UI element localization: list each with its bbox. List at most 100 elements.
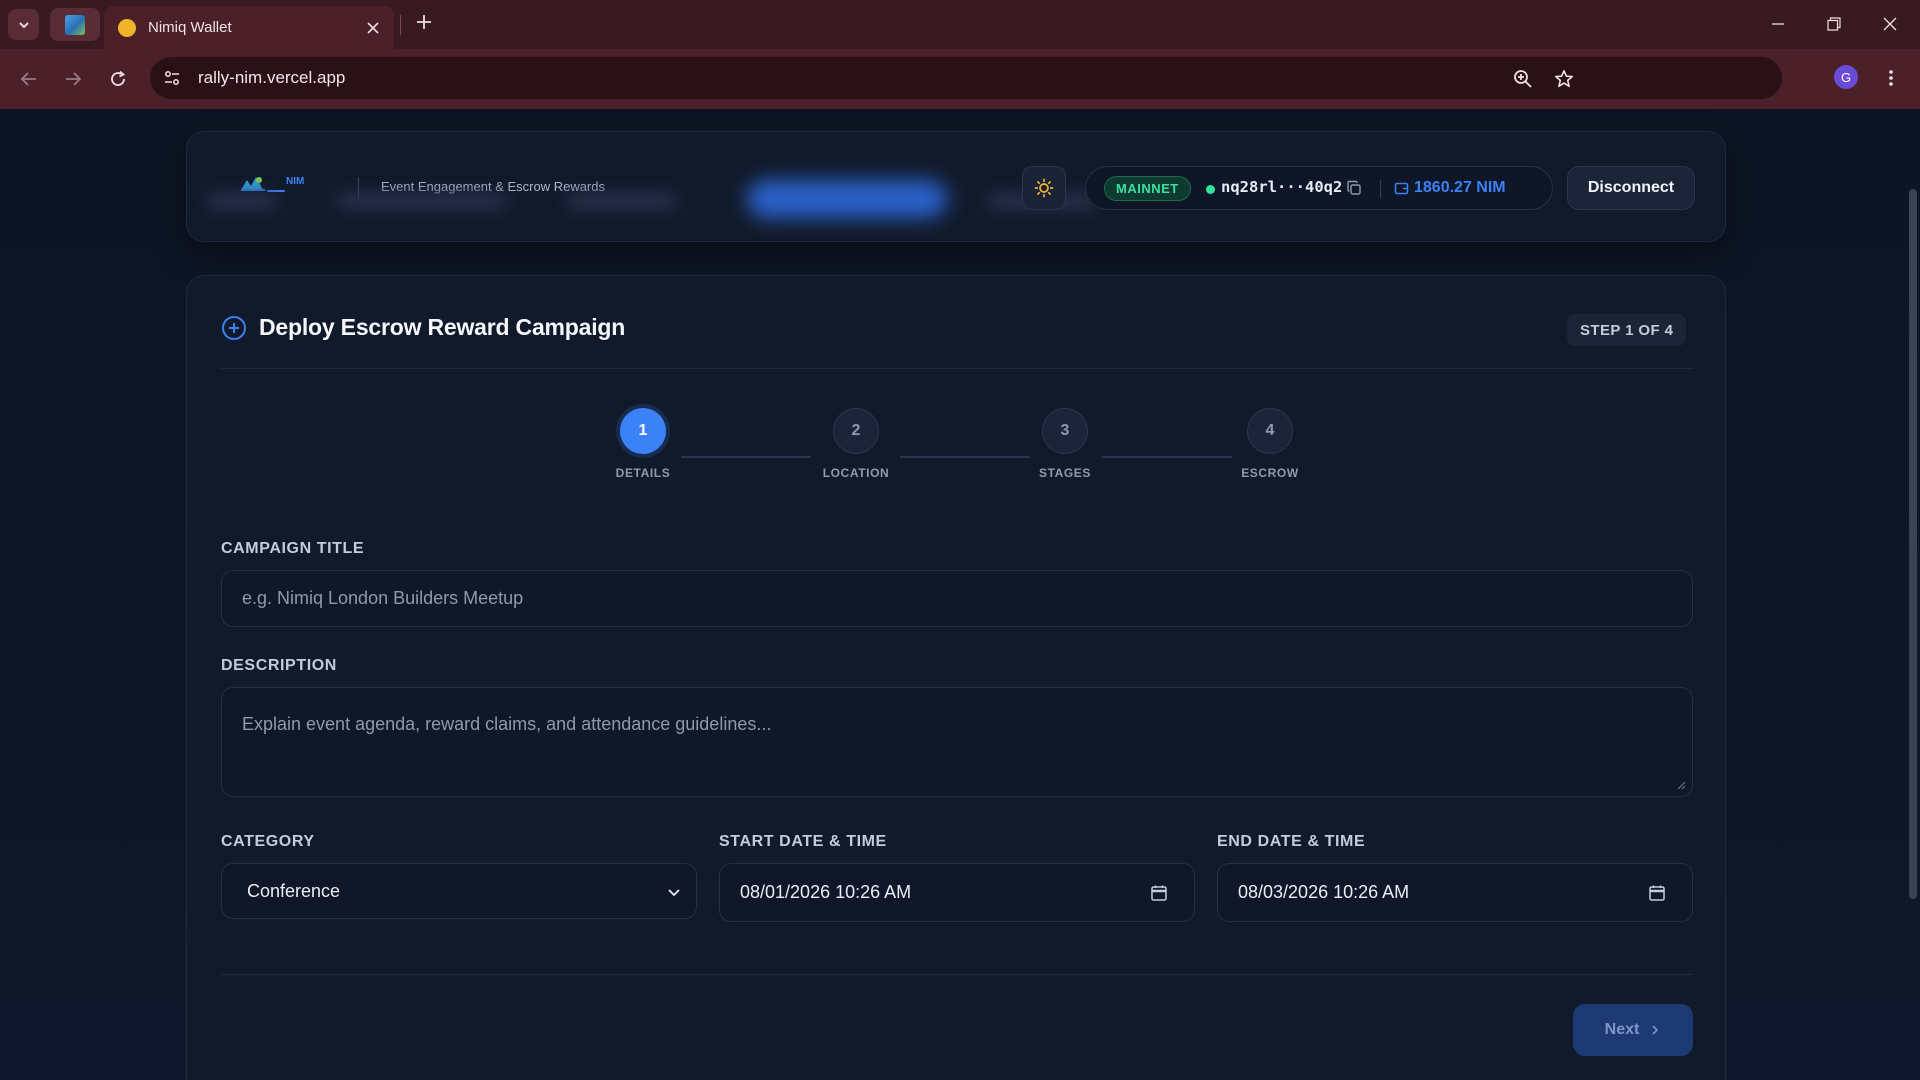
wallet-info-pill: MAINNET nq28rl···40q2 1860.27 NIM: [1085, 166, 1553, 210]
restore-icon: [1827, 17, 1841, 31]
end-datetime-value: 08/03/2026 10:26 AM: [1238, 882, 1410, 902]
blurred-cta-button: [747, 180, 947, 218]
app-header: NIM Event Engagement & Escrow Rewards MA…: [186, 131, 1726, 242]
close-window-button[interactable]: [1874, 10, 1906, 38]
copy-icon[interactable]: [1346, 180, 1362, 196]
minimize-icon: [1772, 23, 1784, 25]
browser-menu-button[interactable]: [1880, 64, 1902, 92]
next-button[interactable]: Next: [1573, 1004, 1693, 1056]
page-viewport: NIM Event Engagement & Escrow Rewards MA…: [0, 109, 1920, 1080]
description-label: DESCRIPTION: [221, 657, 337, 674]
pinned-tab[interactable]: [50, 8, 100, 41]
calendar-icon[interactable]: [1648, 884, 1666, 902]
category-select[interactable]: Conference: [221, 863, 697, 919]
wizard-stepper: 1 DETAILS 2 LOCATION 3 STAGES 4 ESCROW: [187, 408, 1727, 488]
back-button[interactable]: [14, 64, 44, 94]
reload-button[interactable]: [103, 64, 133, 94]
step-connector: [681, 456, 811, 458]
chevron-down-icon: [668, 889, 680, 897]
nimiq-hexagon-icon: [118, 18, 136, 37]
step-number: 2: [833, 408, 879, 454]
start-datetime-label: START DATE & TIME: [719, 833, 887, 850]
plus-icon: [417, 15, 431, 29]
plus-circle-icon: [222, 315, 246, 340]
site-info-button[interactable]: [154, 60, 190, 96]
logo-text: NIM: [286, 176, 305, 187]
step-number: 3: [1042, 408, 1088, 454]
resize-handle-icon[interactable]: [1676, 780, 1686, 790]
step-connector: [1102, 456, 1232, 458]
blurred-nav-item: [567, 194, 677, 208]
url-text: rally-nim.vercel.app: [198, 68, 346, 87]
calendar-icon[interactable]: [1150, 884, 1168, 902]
app-tagline: Event Engagement & Escrow Rewards: [381, 179, 605, 194]
chevron-right-icon: [1652, 1025, 1659, 1035]
description-placeholder: Explain event agenda, reward claims, and…: [242, 714, 772, 734]
app-logo[interactable]: NIM: [239, 174, 311, 196]
card-header: Deploy Escrow Reward Campaign: [221, 314, 625, 341]
step-label: LOCATION: [822, 466, 890, 480]
step-label: ESCROW: [1241, 466, 1299, 480]
blurred-nav-item: [337, 194, 507, 208]
star-icon: [1555, 70, 1573, 88]
category-value: Conference: [247, 880, 341, 901]
end-datetime-input[interactable]: 08/03/2026 10:26 AM: [1217, 863, 1693, 922]
wallet-icon: [1394, 182, 1409, 194]
reload-icon: [111, 70, 126, 86]
blurred-nav-item: [207, 194, 277, 208]
step-details[interactable]: 1 DETAILS: [598, 408, 688, 480]
forward-icon: [66, 72, 82, 86]
logo-underline: [267, 190, 285, 192]
description-textarea[interactable]: Explain event agenda, reward claims, and…: [221, 687, 1693, 797]
connection-status-dot: [1206, 185, 1215, 194]
campaign-title-label: CAMPAIGN TITLE: [221, 540, 365, 557]
tab-search-button[interactable]: [8, 9, 39, 40]
step-number: 4: [1247, 408, 1293, 454]
step-number: 1: [620, 408, 666, 454]
balance-amount: 1860.27 NIM: [1414, 179, 1506, 196]
disconnect-button[interactable]: Disconnect: [1567, 166, 1695, 210]
zoom-icon: [1514, 70, 1532, 88]
new-tab-button[interactable]: [412, 12, 436, 36]
network-badge: MAINNET: [1104, 176, 1191, 201]
site-info-icon: [165, 71, 179, 85]
tab-nimiq-wallet[interactable]: Nimiq Wallet: [104, 6, 394, 49]
wallet-balance: 1860.27 NIM: [1394, 179, 1506, 197]
sun-icon: [1034, 178, 1054, 198]
step-label: DETAILS: [615, 466, 671, 480]
tab-search-icon: [18, 21, 29, 28]
zoom-button[interactable]: [1512, 68, 1534, 90]
pinned-tab-favicon-icon: [65, 14, 85, 35]
step-escrow[interactable]: 4 ESCROW: [1225, 408, 1315, 480]
profile-avatar[interactable]: G: [1834, 65, 1858, 89]
step-location[interactable]: 2 LOCATION: [811, 408, 901, 480]
step-indicator-badge: STEP 1 OF 4: [1567, 314, 1687, 346]
browser-tab-strip: Nimiq Wallet: [0, 0, 1920, 49]
next-label: Next: [1604, 1021, 1640, 1038]
minimize-button[interactable]: [1762, 10, 1794, 38]
card-divider: [221, 368, 1693, 369]
bookmark-button[interactable]: [1553, 68, 1575, 90]
rally-logo-icon: [241, 177, 265, 191]
browser-toolbar: rally-nim.vercel.app G: [0, 49, 1920, 109]
step-stages[interactable]: 3 STAGES: [1020, 408, 1110, 480]
card-title: Deploy Escrow Reward Campaign: [259, 314, 626, 340]
step-connector: [900, 456, 1030, 458]
close-icon[interactable]: [364, 19, 382, 37]
more-icon: [1889, 70, 1893, 86]
tab-title: Nimiq Wallet: [148, 19, 232, 36]
campaign-title-input[interactable]: e.g. Nimiq London Builders Meetup: [221, 570, 1693, 627]
card-footer-divider: [221, 974, 1693, 975]
address-bar[interactable]: rally-nim.vercel.app: [150, 57, 1782, 99]
start-datetime-input[interactable]: 08/01/2026 10:26 AM: [719, 863, 1195, 922]
restore-button[interactable]: [1818, 10, 1850, 38]
close-icon: [1883, 17, 1897, 31]
start-datetime-value: 08/01/2026 10:26 AM: [740, 882, 912, 902]
end-datetime-label: END DATE & TIME: [1217, 833, 1366, 850]
forward-button[interactable]: [58, 64, 88, 94]
back-icon: [20, 72, 36, 86]
page-scrollbar[interactable]: [1909, 189, 1917, 899]
tab-separator: [400, 15, 401, 35]
category-label: CATEGORY: [221, 833, 315, 850]
theme-toggle-button[interactable]: [1022, 166, 1066, 210]
